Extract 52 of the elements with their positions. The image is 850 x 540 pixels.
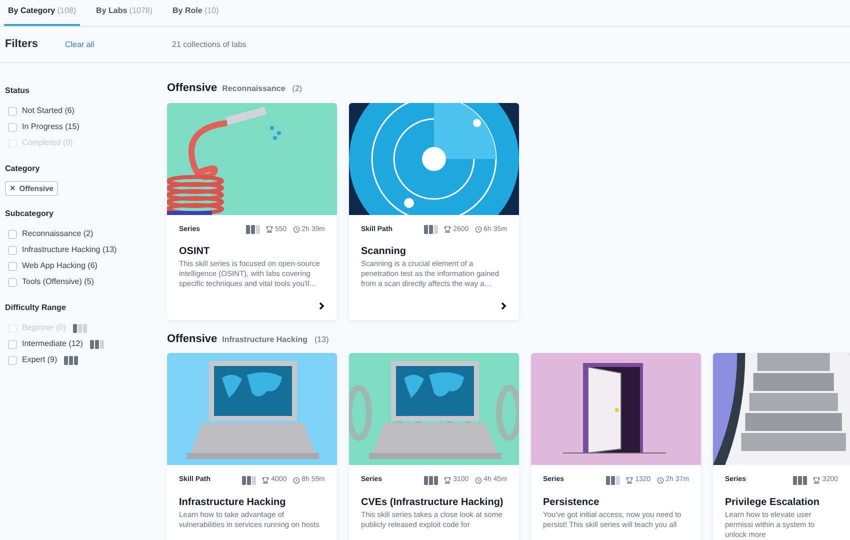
- trophy-icon: [444, 226, 452, 234]
- chevron-right-icon[interactable]: [319, 302, 325, 310]
- filter-option[interactable]: In Progress (15): [5, 119, 167, 135]
- filter-option[interactable]: Not Started (6): [5, 103, 167, 119]
- trophy-icon: [262, 476, 270, 484]
- trophy-icon: [444, 476, 452, 484]
- filter-option[interactable]: Intermediate (12): [5, 336, 167, 352]
- trophy-icon: [626, 476, 634, 484]
- category-tab[interactable]: By Role (10): [168, 5, 223, 26]
- section-title: Offensive: [167, 332, 218, 346]
- checkbox[interactable]: [8, 230, 17, 238]
- filter-group-heading: Subcategory: [5, 208, 54, 220]
- card-title: CVEs (Infrastructure Hacking): [361, 496, 504, 508]
- checkbox[interactable]: [8, 122, 17, 132]
- card-title: Infrastructure Hacking: [179, 496, 287, 508]
- checkbox[interactable]: [8, 262, 17, 270]
- card-title: OSINT: [179, 246, 211, 258]
- section-title: Offensive: [167, 81, 218, 96]
- card-title: Persistence: [543, 496, 600, 508]
- section-subtitle: Infrastructure Hacking: [222, 334, 308, 346]
- filter-group-heading: Status: [5, 85, 30, 97]
- chevron-right-icon[interactable]: [501, 302, 507, 310]
- category-tab[interactable]: By Category (108): [4, 5, 80, 26]
- clock-icon: [474, 476, 482, 484]
- checkbox[interactable]: [8, 246, 17, 254]
- filters-heading: Filters: [5, 37, 40, 52]
- filter-option[interactable]: Expert (9): [5, 352, 167, 368]
- filter-option[interactable]: Tools (Offensive) (5): [5, 274, 167, 290]
- checkbox[interactable]: [8, 356, 17, 364]
- checkbox[interactable]: [8, 340, 17, 348]
- checkbox[interactable]: [8, 278, 17, 286]
- filter-option[interactable]: Infrastructure Hacking (13): [5, 242, 167, 258]
- category-tab[interactable]: By Labs (1078): [92, 5, 157, 26]
- clock-icon: [656, 476, 664, 484]
- card-title: Scanning: [361, 246, 408, 258]
- clock-icon: [474, 226, 482, 234]
- clock-icon: [292, 476, 300, 484]
- card-title: Privilege Escalation: [725, 496, 820, 508]
- filter-group-heading: Category: [5, 163, 41, 175]
- clear-all-link[interactable]: Clear all: [65, 38, 172, 50]
- remove-icon[interactable]: ×: [10, 184, 16, 193]
- checkbox[interactable]: [8, 106, 17, 116]
- section-subtitle: Reconnaissance: [222, 83, 286, 95]
- trophy-icon: [813, 476, 820, 484]
- collections-count: 21 collections of labs: [172, 38, 246, 50]
- filter-option[interactable]: Reconnaissance (2): [5, 226, 167, 242]
- filter-option[interactable]: Web App Hacking (6): [5, 258, 167, 274]
- section-count: (2): [292, 83, 302, 95]
- section-count: (13): [314, 334, 329, 346]
- trophy-icon: [266, 226, 273, 234]
- clock-icon: [292, 226, 300, 234]
- filter-group-heading: Difficulty Range: [5, 302, 67, 314]
